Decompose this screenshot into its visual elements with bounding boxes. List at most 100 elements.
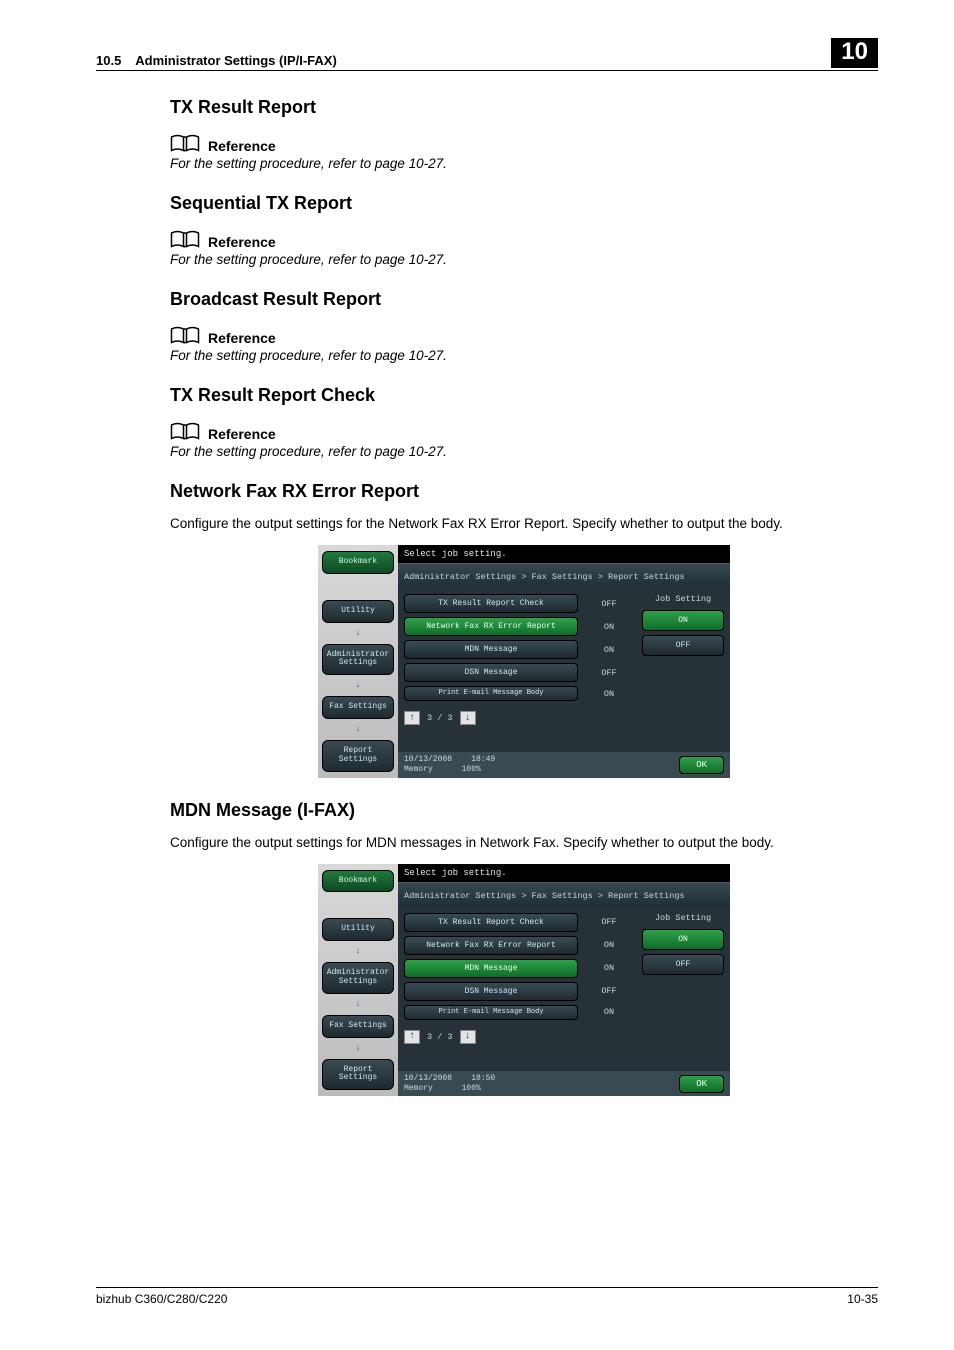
on-button[interactable]: ON [642,929,724,950]
list-item: TX Result Report Check OFF [404,594,634,613]
off-button[interactable]: OFF [642,954,724,975]
list-item: MDN Message ON [404,640,634,659]
page-down-button[interactable]: ↓ [460,1030,476,1044]
down-arrow-icon: ↓ [322,681,394,690]
reference-row: Reference [170,132,878,154]
page-indicator: 3 / 3 [423,713,457,723]
setting-value: OFF [584,986,634,996]
list-item: TX Result Report Check OFF [404,913,634,932]
reference-label: Reference [208,138,276,154]
book-icon [170,420,200,442]
off-button[interactable]: OFF [642,635,724,656]
setting-value: OFF [584,599,634,609]
ok-button[interactable]: OK [679,756,724,774]
list-item: Print E-mail Message Body ON [404,686,634,701]
setting-button[interactable]: TX Result Report Check [404,594,578,613]
job-setting-label: Job Setting [642,594,724,604]
reference-label: Reference [208,234,276,250]
list-item: DSN Message OFF [404,982,634,1001]
heading-sequential-tx-report: Sequential TX Report [170,193,878,214]
report-settings-button[interactable]: Report Settings [322,740,394,772]
chapter-badge: 10 [831,38,878,68]
utility-button[interactable]: Utility [322,918,394,941]
setting-value: ON [584,622,634,632]
setting-button[interactable]: MDN Message [404,640,578,659]
time: 18:49 [471,755,495,764]
setting-value: OFF [584,668,634,678]
page-content: TX Result Report Reference For the setti… [170,97,878,1096]
ok-button[interactable]: OK [679,1075,724,1093]
reference-label: Reference [208,330,276,346]
reference-text: For the setting procedure, refer to page… [170,444,878,459]
bookmark-button[interactable]: Bookmark [322,870,394,893]
footer-model: bizhub C360/C280/C220 [96,1292,227,1306]
screen-sidebar: Bookmark Utility ↓ Administrator Setting… [318,864,398,1097]
settings-list: TX Result Report Check OFF Network Fax R… [404,913,634,1065]
setting-value: ON [584,940,634,950]
down-arrow-icon: ↓ [322,629,394,638]
setting-button[interactable]: Print E-mail Message Body [404,1005,578,1020]
setting-value: OFF [584,917,634,927]
list-item: Print E-mail Message Body ON [404,1005,634,1020]
time: 18:50 [471,1074,495,1083]
page-up-button[interactable]: ↑ [404,711,420,725]
fax-settings-button[interactable]: Fax Settings [322,1015,394,1038]
admin-settings-button[interactable]: Administrator Settings [322,644,394,676]
date: 10/13/2008 [404,1074,452,1083]
list-item: Network Fax RX Error Report ON [404,617,634,636]
book-icon [170,132,200,154]
reference-text: For the setting procedure, refer to page… [170,156,878,171]
job-setting-label: Job Setting [642,913,724,923]
breadcrumb: Administrator Settings > Fax Settings > … [398,882,730,907]
setting-button[interactable]: Network Fax RX Error Report [404,936,578,955]
reference-label: Reference [208,426,276,442]
footer-page: 10-35 [847,1292,878,1306]
setting-button-selected[interactable]: MDN Message [404,959,578,978]
reference-text: For the setting procedure, refer to page… [170,348,878,363]
memory-value: 100% [462,1084,481,1093]
setting-button[interactable]: DSN Message [404,663,578,682]
down-arrow-icon: ↓ [322,947,394,956]
admin-settings-button[interactable]: Administrator Settings [322,962,394,994]
pager: ↑ 3 / 3 ↓ [404,1030,634,1044]
screenshot-network-fax-rx-error-report: Bookmark Utility ↓ Administrator Setting… [318,545,730,778]
on-button[interactable]: ON [642,610,724,631]
book-icon [170,228,200,250]
reference-row: Reference [170,228,878,250]
book-icon [170,324,200,346]
running-head: 10.5 Administrator Settings (IP/I-FAX) 1… [96,38,878,71]
setting-button[interactable]: DSN Message [404,982,578,1001]
fax-settings-button[interactable]: Fax Settings [322,696,394,719]
screenshot-mdn-message: Bookmark Utility ↓ Administrator Setting… [318,864,730,1097]
down-arrow-icon: ↓ [322,1044,394,1053]
section-number: 10.5 [96,53,121,68]
utility-button[interactable]: Utility [322,600,394,623]
pager: ↑ 3 / 3 ↓ [404,711,634,725]
heading-tx-result-report: TX Result Report [170,97,878,118]
list-item: Network Fax RX Error Report ON [404,936,634,955]
setting-value: ON [584,963,634,973]
heading-tx-result-report-check: TX Result Report Check [170,385,878,406]
breadcrumb: Administrator Settings > Fax Settings > … [398,563,730,588]
instruction-text: Select job setting. [398,864,730,882]
setting-button[interactable]: TX Result Report Check [404,913,578,932]
screen-sidebar: Bookmark Utility ↓ Administrator Setting… [318,545,398,778]
screen-main: Select job setting. Administrator Settin… [398,864,730,1097]
running-head-left: 10.5 Administrator Settings (IP/I-FAX) [96,53,337,68]
setting-button-selected[interactable]: Network Fax RX Error Report [404,617,578,636]
memory-value: 100% [462,765,481,774]
setting-value: ON [584,1007,634,1017]
settings-list: TX Result Report Check OFF Network Fax R… [404,594,634,746]
page-up-button[interactable]: ↑ [404,1030,420,1044]
memory-label: Memory [404,765,433,774]
reference-row: Reference [170,420,878,442]
instruction-text: Select job setting. [398,545,730,563]
bookmark-button[interactable]: Bookmark [322,551,394,574]
page-down-button[interactable]: ↓ [460,711,476,725]
report-settings-button[interactable]: Report Settings [322,1059,394,1091]
setting-button[interactable]: Print E-mail Message Body [404,686,578,701]
reference-row: Reference [170,324,878,346]
section-title: Administrator Settings (IP/I-FAX) [135,53,337,68]
screen-footer: 10/13/2008 18:50 Memory 100% OK [398,1071,730,1096]
heading-network-fax-rx-error-report: Network Fax RX Error Report [170,481,878,502]
